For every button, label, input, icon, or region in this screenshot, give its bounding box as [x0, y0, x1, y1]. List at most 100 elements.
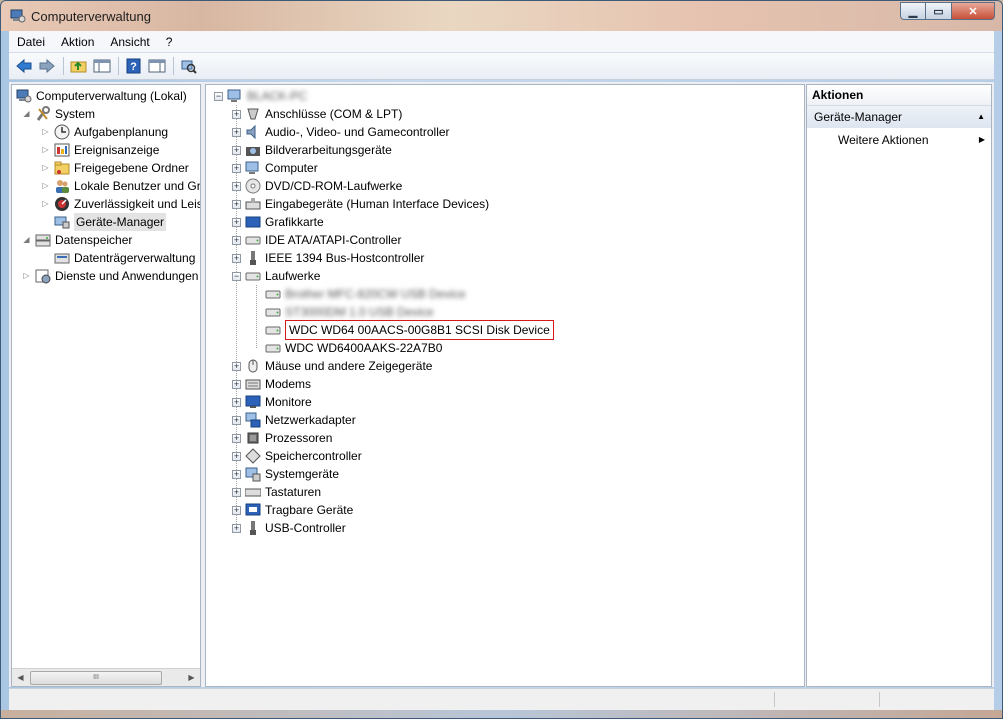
expand-arrow-icon[interactable]: ▷ [41, 127, 50, 137]
tree-root[interactable]: Computerverwaltung (Lokal) [16, 87, 187, 105]
expand-icon[interactable]: + [232, 163, 241, 173]
device-category[interactable]: + Tragbare Geräte [232, 501, 353, 519]
expand-icon[interactable]: + [232, 199, 241, 209]
tree-item-shared-folders[interactable]: ▷ Freigegebene Ordner [41, 159, 188, 177]
expand-arrow-icon[interactable]: ▷ [41, 163, 50, 173]
close-button[interactable]: ✕ [952, 2, 995, 20]
disk-drive-item[interactable]: WDC WD6400AAKS-22A7B0 [252, 339, 442, 357]
device-category[interactable]: + Tastaturen [232, 483, 321, 501]
expand-icon[interactable]: + [232, 253, 241, 263]
collapse-arrow-icon[interactable]: ◢ [22, 235, 31, 245]
scan-hardware-button[interactable] [178, 55, 200, 77]
expand-icon[interactable]: + [232, 127, 241, 137]
expand-arrow-icon[interactable]: ▷ [41, 181, 50, 191]
expand-arrow-icon[interactable]: ▷ [41, 199, 50, 209]
tree-item-reliability[interactable]: ▷ Zuverlässigkeit und Leis [41, 195, 200, 213]
title-bar[interactable]: Computerverwaltung ▁ ▭ ✕ [1, 1, 1002, 31]
disk-drive-item[interactable]: Brother MFC-820CW USB Device [252, 285, 466, 303]
expand-icon[interactable]: + [232, 433, 241, 443]
more-actions-item[interactable]: Weitere Aktionen ▶ [807, 128, 991, 152]
actions-section-device-manager[interactable]: Geräte-Manager ▲ [807, 106, 991, 128]
device-category[interactable]: + Modems [232, 375, 311, 393]
device-category[interactable]: + Monitore [232, 393, 312, 411]
expand-icon[interactable]: + [232, 217, 241, 227]
device-category[interactable]: + Speichercontroller [232, 447, 362, 465]
show-hide-action-pane-button[interactable] [146, 55, 168, 77]
collapse-up-icon[interactable]: ▲ [977, 106, 985, 128]
scrollbar-thumb[interactable]: III [30, 671, 162, 685]
device-tree-label: WDC WD6400AAKS-22A7B0 [285, 341, 443, 355]
scroll-right-icon[interactable]: ▶ [183, 669, 200, 686]
menu-datei[interactable]: Datei [9, 35, 53, 49]
device-category[interactable]: + IEEE 1394 Bus-Hostcontroller [232, 249, 424, 267]
help-button[interactable]: ? [123, 55, 145, 77]
device-category[interactable]: + Anschlüsse (COM & LPT) [232, 105, 402, 123]
show-hide-tree-button[interactable] [91, 55, 113, 77]
tree-item-system[interactable]: ◢ System [22, 105, 95, 123]
device-tree-label: Bildverarbeitungsgeräte [265, 143, 392, 157]
device-category[interactable]: + DVD/CD-ROM-Laufwerke [232, 177, 402, 195]
expand-icon[interactable]: + [232, 523, 241, 533]
device-category[interactable]: + IDE ATA/ATAPI-Controller [232, 231, 401, 249]
device-category[interactable]: + Grafikkarte [232, 213, 324, 231]
horizontal-scrollbar[interactable]: ◀ III ▶ [12, 668, 200, 686]
device-category-disk-drives[interactable]: − Laufwerke [232, 267, 320, 285]
device-category[interactable]: + Audio-, Video- und Gamecontroller [232, 123, 450, 141]
device-category[interactable]: + Prozessoren [232, 429, 332, 447]
expand-icon[interactable]: + [232, 109, 241, 119]
device-category[interactable]: + Systemgeräte [232, 465, 339, 483]
collapse-icon[interactable]: − [214, 91, 223, 101]
collapse-arrow-icon[interactable]: ◢ [22, 109, 31, 119]
collapse-icon[interactable]: − [232, 271, 241, 281]
device-category[interactable]: + Netzwerkadapter [232, 411, 356, 429]
device-category[interactable]: + USB-Controller [232, 519, 346, 537]
tree-item-disk-management[interactable]: Datenträgerverwaltung [41, 249, 195, 267]
expand-icon[interactable]: + [232, 451, 241, 461]
forward-button[interactable] [36, 55, 58, 77]
device-category[interactable]: + Computer [232, 159, 318, 177]
expand-icon[interactable]: + [232, 235, 241, 245]
tree-item-local-users[interactable]: ▷ Lokale Benutzer und Gr [41, 177, 200, 195]
expand-icon[interactable]: + [232, 469, 241, 479]
menu-ansicht[interactable]: Ansicht [102, 35, 157, 49]
help-icon: ? [126, 58, 141, 74]
tree-item-device-manager[interactable]: Geräte-Manager [41, 213, 167, 231]
navigation-tree[interactable]: Computerverwaltung (Lokal) ◢ System ▷ Au… [11, 84, 201, 687]
expand-arrow-icon[interactable]: ▷ [22, 271, 31, 281]
window-title: Computerverwaltung [31, 9, 151, 24]
expand-icon[interactable]: + [232, 379, 241, 389]
expand-icon[interactable]: + [232, 181, 241, 191]
back-icon [16, 58, 32, 74]
menu-aktion[interactable]: Aktion [53, 35, 102, 49]
disk-drive-item[interactable]: ST3000DM 1.0 USB Device [252, 303, 434, 321]
tree-item-label: Aufgabenplanung [74, 125, 169, 139]
tree-item-storage[interactable]: ◢ Datenspeicher [22, 231, 132, 249]
minimize-icon: ▁ [908, 5, 918, 18]
device-category[interactable]: + Bildverarbeitungsgeräte [232, 141, 392, 159]
scroll-left-icon[interactable]: ◀ [12, 669, 29, 686]
performance-icon [54, 196, 70, 212]
expand-icon[interactable]: + [232, 415, 241, 425]
minimize-button[interactable]: ▁ [900, 2, 926, 20]
device-category[interactable]: + Eingabegeräte (Human Interface Devices) [232, 195, 489, 213]
device-category[interactable]: + Mäuse und andere Zeigegeräte [232, 357, 432, 375]
expand-icon[interactable]: + [232, 487, 241, 497]
tree-item-event-viewer[interactable]: ▷ Ereignisanzeige [41, 141, 159, 159]
tree-item-services[interactable]: ▷ Dienste und Anwendungen [22, 267, 198, 285]
expand-icon[interactable]: + [232, 505, 241, 515]
tree-item-task-scheduler[interactable]: ▷ Aufgabenplanung [41, 123, 168, 141]
disk-drive-item[interactable]: WDC WD64 00AACS-00G8B1 SCSI Disk Device [252, 320, 554, 340]
up-folder-button[interactable] [68, 55, 90, 77]
expand-icon[interactable]: + [232, 145, 241, 155]
tree-item-label: Datenspeicher [55, 233, 133, 247]
maximize-button[interactable]: ▭ [926, 2, 952, 20]
expand-icon[interactable]: + [232, 397, 241, 407]
device-tree[interactable]: − BLACK-PC + Anschlüsse (COM & LPT) + Audio-,… [205, 84, 805, 687]
tree-item-label: Dienste und Anwendungen [55, 269, 199, 283]
expand-icon[interactable]: + [232, 361, 241, 371]
expand-arrow-icon[interactable]: ▷ [41, 145, 50, 155]
menu-help[interactable]: ? [158, 35, 181, 49]
device-tree-root[interactable]: − BLACK-PC [214, 87, 307, 105]
back-button[interactable] [13, 55, 35, 77]
